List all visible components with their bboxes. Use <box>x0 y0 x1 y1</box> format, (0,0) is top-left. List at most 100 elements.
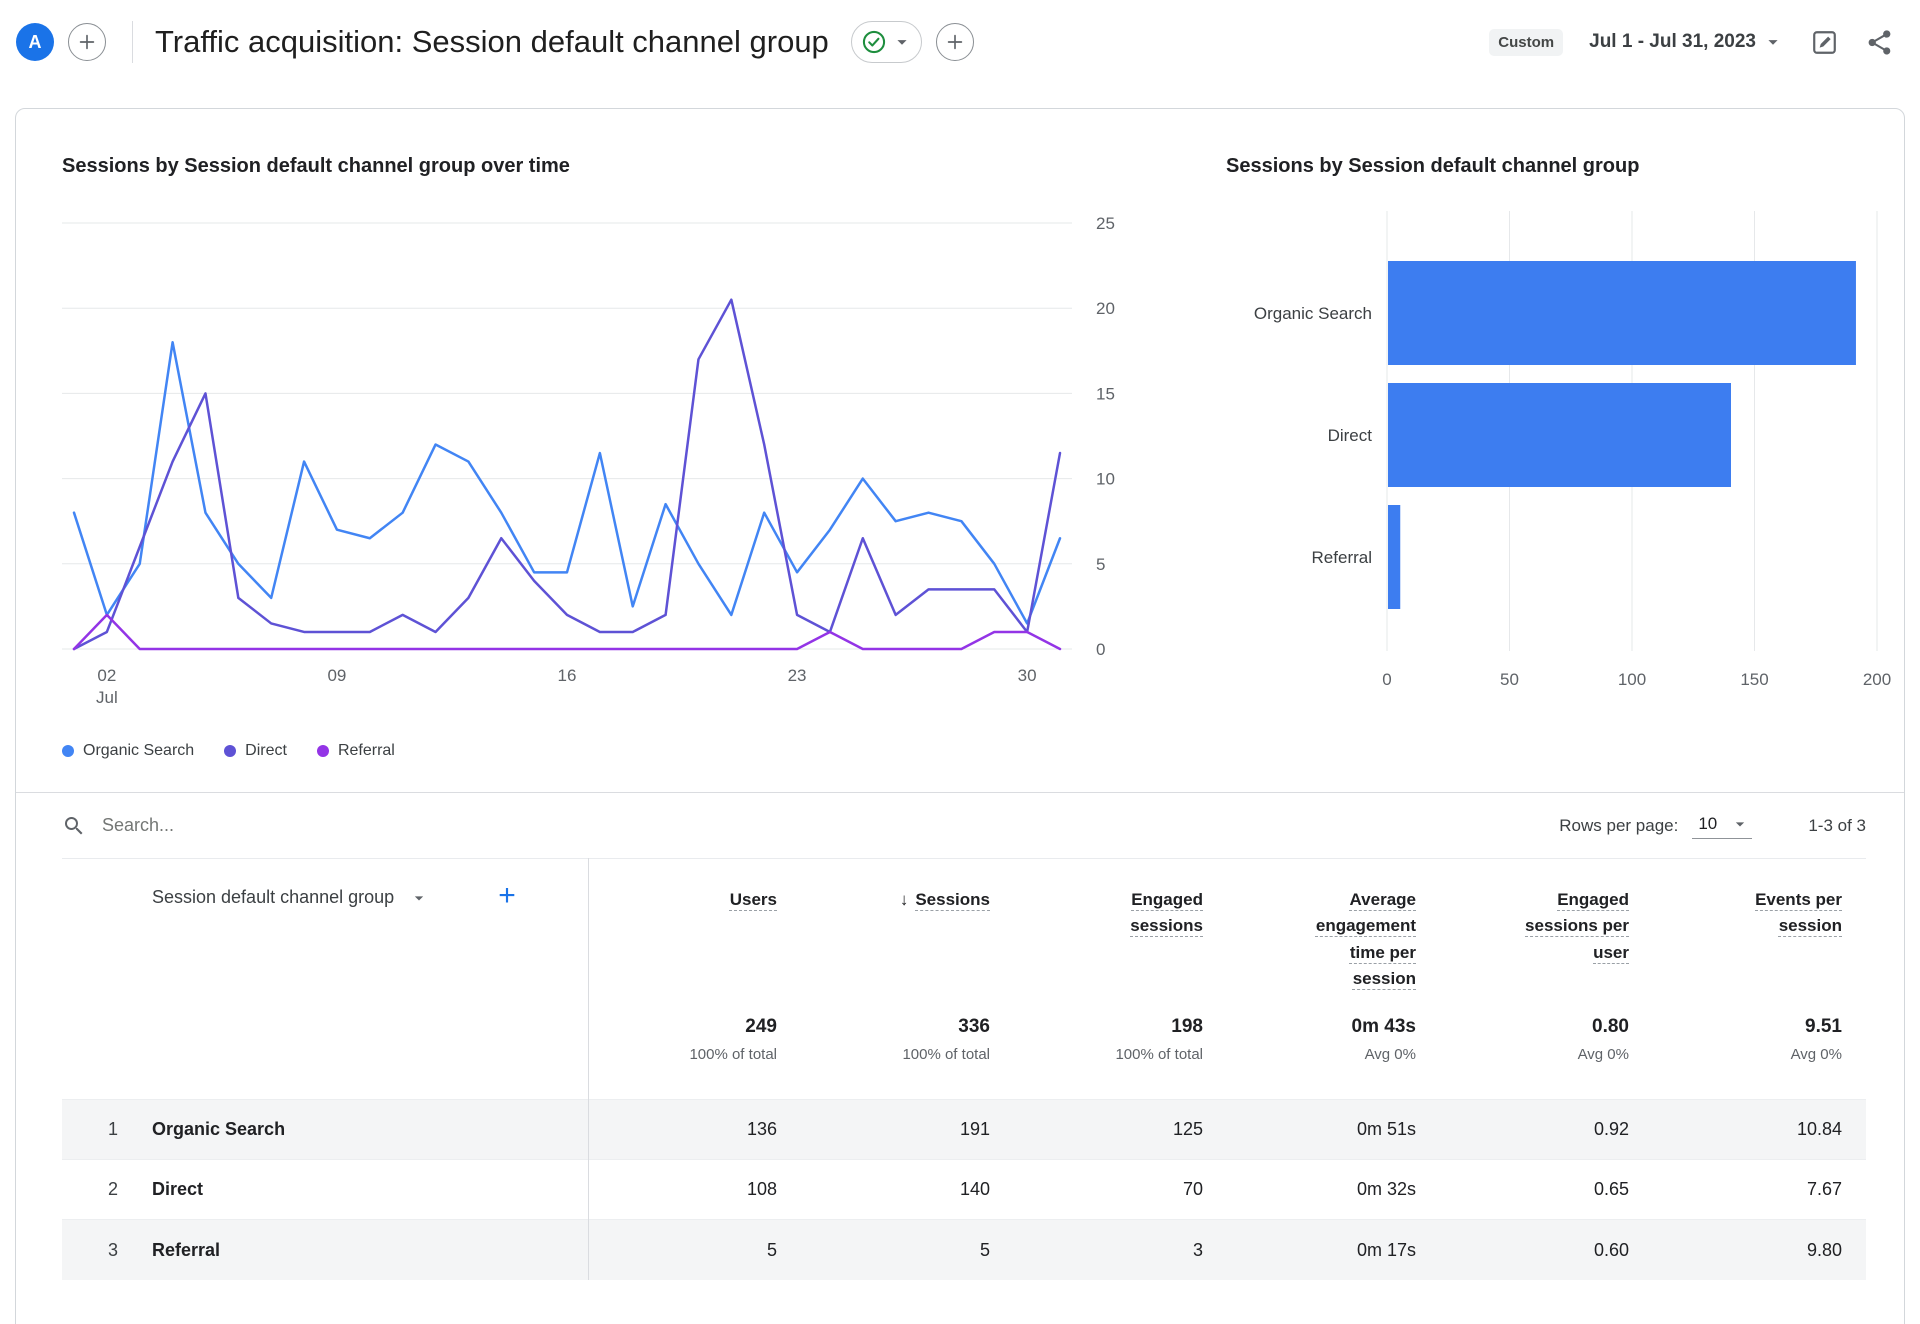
metric-value: 0.60 <box>1593 1239 1629 1260</box>
svg-text:Direct: Direct <box>1328 426 1373 445</box>
metric-value: 70 <box>1182 1179 1203 1200</box>
top-bar: A Traffic acquisition: Session default c… <box>0 0 1920 84</box>
avatar-letter: A <box>28 31 42 52</box>
customize-report-button[interactable] <box>1810 28 1839 57</box>
channel-name: Organic Search <box>134 1099 589 1160</box>
bar-chart-title: Sessions by Session default channel grou… <box>1226 155 1640 177</box>
row-number: 1 <box>107 1119 118 1140</box>
column-header-sessions[interactable]: ↓ Sessions <box>801 859 1014 1017</box>
column-header-engaged-sessions-per-user[interactable]: Engaged sessions per user <box>1440 859 1653 1017</box>
report-card: Sessions by Session default channel grou… <box>15 108 1905 1324</box>
table-row-referral: 3 Referral 5 5 3 0m 17s 0.60 9.80 <box>62 1219 1866 1280</box>
report-table: Session default channel group + Users ↓ Se… <box>62 858 1866 1280</box>
line-chart-title: Sessions by Session default channel grou… <box>62 155 570 177</box>
metric-value: 0.92 <box>1593 1119 1629 1140</box>
add-column-button[interactable]: + <box>498 881 516 911</box>
table-toolbar: Rows per page: 10 1-3 of 3 <box>16 792 1904 858</box>
row-number: 3 <box>107 1239 118 1260</box>
metric-value: 191 <box>959 1119 990 1140</box>
column-header-label: Engaged sessions per user <box>1525 890 1629 962</box>
totals-value: 0m 43s <box>1351 1016 1416 1038</box>
svg-text:Jul: Jul <box>96 688 118 707</box>
metric-value: 136 <box>746 1119 777 1140</box>
date-range-type-chip: Custom <box>1489 28 1564 56</box>
legend-label: Referral <box>337 742 395 759</box>
chevron-down-icon <box>897 40 907 45</box>
legend-item-organic-search: Organic Search <box>62 742 194 760</box>
svg-text:Referral: Referral <box>1312 548 1372 567</box>
pagination-status: 1-3 of 3 <box>1808 815 1866 835</box>
channel-name: Referral <box>134 1219 589 1280</box>
totals-cell: 9.51 Avg 0% <box>1653 1016 1866 1100</box>
column-header-users[interactable]: Users <box>588 859 801 1017</box>
rows-per-page-label: Rows per page: <box>1559 815 1679 835</box>
svg-text:0: 0 <box>1096 640 1105 659</box>
plus-icon <box>79 34 95 50</box>
chevron-down-icon[interactable] <box>409 888 429 908</box>
row-number-column-header <box>62 859 134 1017</box>
line-chart[interactable]: 0 5 10 15 20 25 02 Jul 09 16 23 30 <box>62 203 1162 711</box>
svg-text:5: 5 <box>1096 555 1105 574</box>
charts-row: Sessions by Session default channel grou… <box>16 109 1904 760</box>
page-title: Traffic acquisition: Session default cha… <box>155 24 829 59</box>
legend-label: Organic Search <box>83 742 195 759</box>
svg-text:150: 150 <box>1740 670 1768 689</box>
add-button[interactable] <box>935 23 974 61</box>
totals-blank-cell <box>62 1016 134 1100</box>
column-header-label: Events per session <box>1755 890 1842 936</box>
data-quality-badge[interactable] <box>850 21 922 63</box>
svg-text:20: 20 <box>1096 299 1115 318</box>
metric-value: 140 <box>959 1179 990 1200</box>
totals-caption: Avg 0% <box>1577 1046 1629 1064</box>
metric-value: 5 <box>766 1239 777 1260</box>
legend-item-referral: Referral <box>316 742 395 760</box>
rows-per-page-select[interactable]: 10 <box>1692 812 1753 839</box>
totals-value: 198 <box>1171 1016 1203 1038</box>
totals-caption: 100% of total <box>902 1046 990 1064</box>
bar-chart[interactable]: 0 50 100 150 200 Organic Search Direct Referral <box>1226 203 1902 711</box>
totals-cell: 249 100% of total <box>588 1016 801 1100</box>
chevron-down-icon <box>1736 822 1745 827</box>
totals-caption: Avg 0% <box>1790 1046 1842 1064</box>
avatar[interactable]: A <box>16 23 54 61</box>
add-comparison-button[interactable] <box>68 23 106 61</box>
svg-text:09: 09 <box>327 666 346 685</box>
row-number: 2 <box>107 1179 118 1200</box>
svg-text:50: 50 <box>1500 670 1519 689</box>
date-range-label: Jul 1 - Jul 31, 2023 <box>1589 31 1756 52</box>
legend-dot <box>62 745 74 757</box>
totals-cell: 336 100% of total <box>801 1016 1014 1100</box>
totals-value: 9.51 <box>1805 1016 1842 1038</box>
plus-icon <box>947 34 963 50</box>
date-range-picker[interactable]: Jul 1 - Jul 31, 2023 <box>1589 31 1784 53</box>
svg-text:100: 100 <box>1618 670 1646 689</box>
totals-blank-cell <box>134 1016 589 1100</box>
table-row-organic-search: 1 Organic Search 136 191 125 0m 51s 0.92 10.84 <box>62 1099 1866 1160</box>
svg-text:200: 200 <box>1863 670 1891 689</box>
legend-label: Direct <box>245 742 287 759</box>
table-row-direct: 2 Direct 108 140 70 0m 32s 0.65 7.67 <box>62 1159 1866 1220</box>
svg-text:10: 10 <box>1096 470 1115 489</box>
legend-dot <box>316 745 329 757</box>
dimension-header-label: Session default channel group <box>152 887 395 907</box>
svg-text:23: 23 <box>788 666 807 685</box>
column-header-events-per-session[interactable]: Events per session <box>1653 859 1866 1017</box>
column-header-label: Sessions <box>915 890 990 909</box>
chevron-down-icon <box>1768 40 1778 45</box>
column-header-dimension[interactable]: Session default channel group + <box>134 858 589 1017</box>
column-header-average-engagement-time-per-session[interactable]: Average engagement time per session <box>1227 859 1440 1017</box>
column-header-engaged-sessions[interactable]: Engaged sessions <box>1014 859 1227 1017</box>
share-button[interactable] <box>1865 28 1894 57</box>
totals-cell: 0m 43s Avg 0% <box>1227 1016 1440 1100</box>
totals-value: 0.80 <box>1592 1016 1629 1038</box>
check-circle-icon <box>862 30 885 54</box>
metric-value: 0m 32s <box>1356 1179 1416 1200</box>
search-input[interactable] <box>102 815 522 836</box>
legend-item-direct: Direct <box>224 742 287 760</box>
metric-value: 10.84 <box>1796 1119 1842 1140</box>
metric-value: 0m 17s <box>1356 1239 1416 1260</box>
customize-report-icon <box>1813 30 1836 54</box>
totals-caption: 100% of total <box>689 1046 777 1064</box>
svg-text:Organic Search: Organic Search <box>1254 304 1372 323</box>
totals-cell: 198 100% of total <box>1014 1016 1227 1100</box>
